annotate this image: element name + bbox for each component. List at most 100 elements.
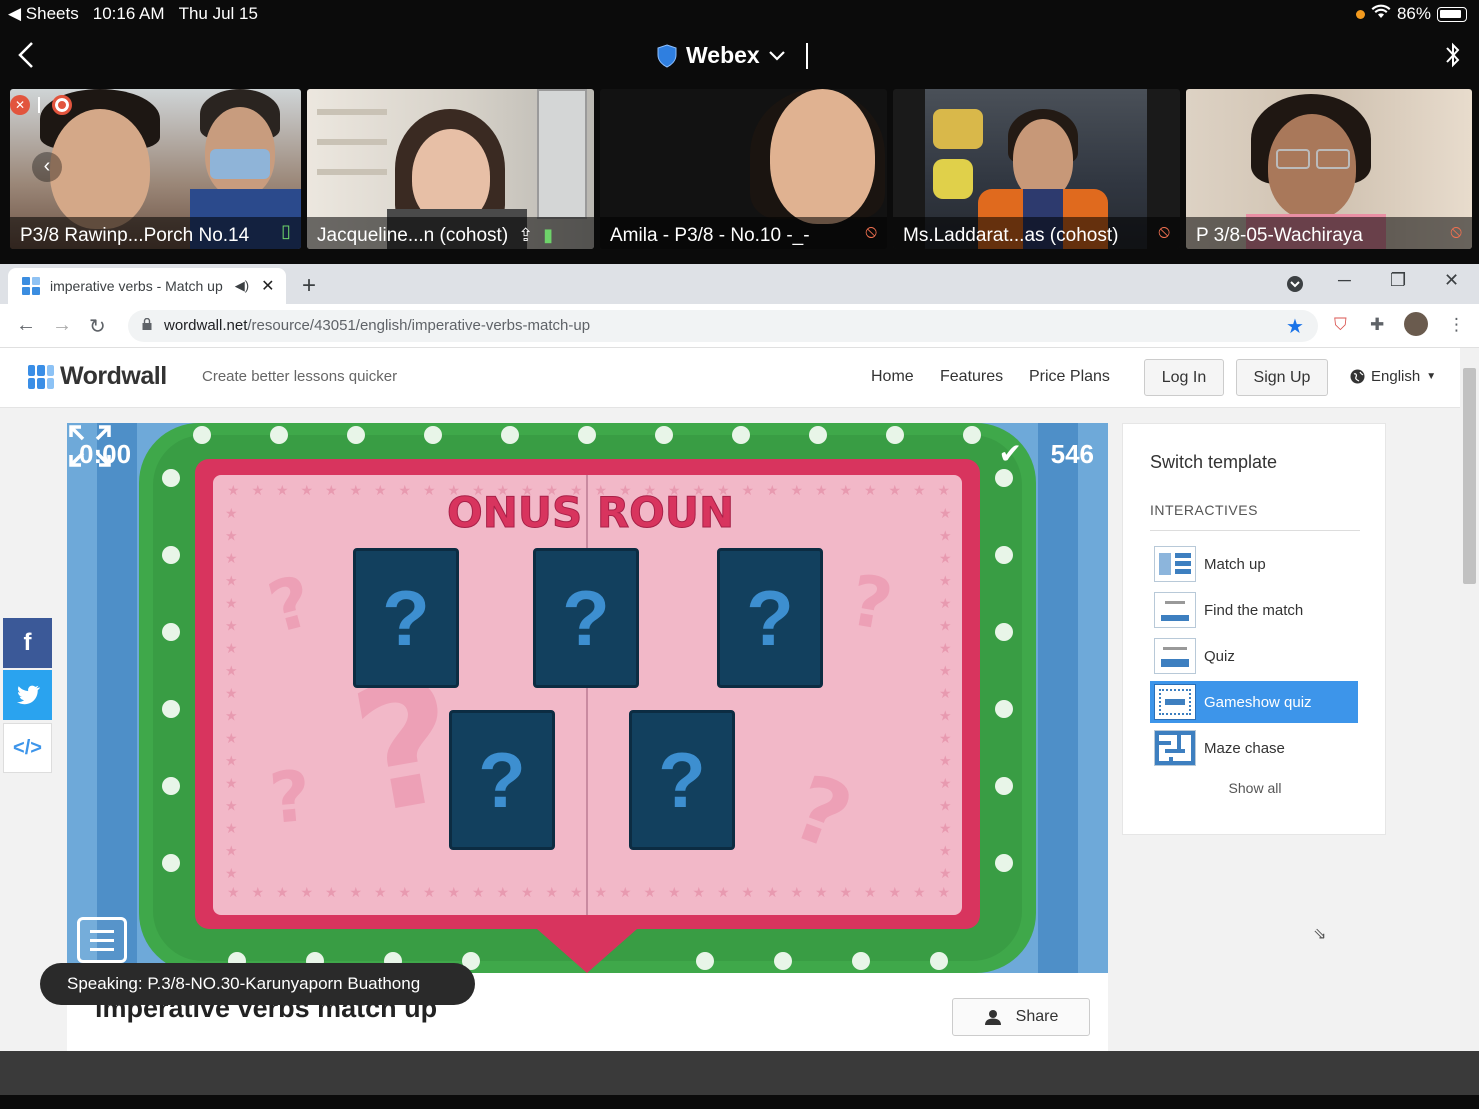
url-field[interactable]: wordwall.net/resource/43051/english/impe… — [128, 310, 1318, 342]
restore-icon[interactable]: ❐ — [1390, 270, 1406, 291]
border-star: ★ — [225, 640, 238, 656]
marquee-light — [501, 426, 519, 444]
share-button[interactable]: Share — [952, 998, 1090, 1036]
border-star: ★ — [225, 730, 238, 746]
ipad-screen: ◀ Sheets 10:16 AM Thu Jul 15 86% Webex ✕… — [0, 0, 1479, 1109]
minimize-icon[interactable]: ─ — [1338, 270, 1351, 291]
mic-on-icon: ▮ — [543, 225, 554, 245]
wifi-icon — [1371, 4, 1391, 24]
template-gameshow-quiz[interactable]: Gameshow quiz — [1150, 681, 1358, 723]
game-area[interactable]: ★ ★ ★ ★ ★ ★ ★ ★ ★ ★ ★ ★ ★ ★ ★ ★ ★ ★ ★ ★ ★ ★ ★ ★ ★ ★ ★ ★ ★ ★ ★ ★ ★ ★ ★ ★ ★ ★ ★ ★… — [67, 423, 1108, 973]
url-host: wordwall.net — [164, 317, 248, 334]
border-star: ★ — [423, 482, 436, 498]
border-star: ★ — [225, 865, 238, 881]
mic-on-icon: ▯ — [281, 221, 291, 241]
border-star: ★ — [766, 482, 779, 498]
template-quiz[interactable]: Quiz — [1150, 635, 1358, 677]
back-arrow-icon[interactable]: ← — [16, 314, 36, 337]
browser-tab[interactable]: imperative verbs - Match up ◀) ✕ — [8, 268, 286, 304]
signup-button[interactable]: Sign Up — [1236, 359, 1328, 396]
language-label: English — [1371, 368, 1421, 385]
globe-icon — [1350, 369, 1365, 384]
back-to-app-link[interactable]: ◀ Sheets — [8, 4, 79, 24]
marquee-light — [774, 952, 792, 970]
language-selector[interactable]: English ▼ — [1350, 368, 1436, 385]
mystery-card[interactable]: ? — [629, 710, 735, 850]
border-star: ★ — [742, 884, 755, 900]
match-up-thumbnail-icon — [1154, 546, 1196, 582]
border-star: ★ — [939, 663, 952, 679]
wordwall-logo[interactable]: Wordwall — [28, 362, 167, 391]
mystery-card[interactable]: ? — [533, 548, 639, 688]
twitter-share-button[interactable] — [3, 670, 52, 720]
scroll-left-icon[interactable]: ‹ — [32, 152, 62, 182]
reload-icon[interactable]: ↻ — [89, 314, 106, 339]
border-star: ★ — [791, 482, 804, 498]
participant-tile[interactable]: P 3/8-05-Wachiraya ⦸ — [1186, 89, 1472, 249]
status-time: 10:16 AM — [92, 4, 165, 23]
marquee-light — [995, 854, 1013, 872]
border-star: ★ — [225, 798, 238, 814]
border-star: ★ — [619, 884, 632, 900]
status-bar: ◀ Sheets 10:16 AM Thu Jul 15 86% — [0, 0, 1479, 28]
nav-price-plans[interactable]: Price Plans — [1029, 368, 1110, 386]
bluetooth-icon[interactable] — [1445, 40, 1461, 70]
profile-avatar[interactable] — [1404, 312, 1428, 336]
extensions-puzzle-icon[interactable]: ✚ — [1370, 315, 1384, 335]
border-star: ★ — [939, 820, 952, 836]
border-star: ★ — [595, 884, 608, 900]
marquee-light — [930, 952, 948, 970]
border-star: ★ — [939, 730, 952, 746]
border-star: ★ — [939, 618, 952, 634]
scrollbar-thumb[interactable] — [1463, 368, 1476, 584]
border-star: ★ — [717, 884, 730, 900]
participant-tile[interactable]: Jacqueline...n (cohost) ⇪ ▮ — [307, 89, 594, 249]
gameshow-quiz-thumbnail-icon — [1154, 684, 1196, 720]
border-star: ★ — [939, 775, 952, 791]
participant-tile[interactable]: ✕ ‹ P3/8 Rawinp...Porch No.14 ▯ — [10, 89, 301, 249]
border-star: ★ — [497, 884, 510, 900]
tab-search-icon[interactable] — [1285, 274, 1305, 299]
template-maze-chase[interactable]: Maze chase — [1150, 727, 1358, 769]
border-star: ★ — [350, 482, 363, 498]
nav-features[interactable]: Features — [940, 368, 1003, 386]
extension-pocket-icon[interactable]: ⛉ — [1334, 315, 1347, 335]
border-star: ★ — [301, 884, 314, 900]
show-all-link[interactable]: Show all — [1123, 780, 1387, 796]
participant-tile[interactable]: Amila - P3/8 - No.10 -_- ⦸ — [600, 89, 887, 249]
participant-nameplate: Amila - P3/8 - No.10 -_- ⦸ — [600, 217, 887, 249]
facebook-share-button[interactable]: f — [3, 618, 52, 668]
participant-tile[interactable]: Ms.Laddarat...as (cohost) ⦸ — [893, 89, 1180, 249]
mystery-card[interactable]: ? — [353, 548, 459, 688]
browser-window: imperative verbs - Match up ◀) ✕ + ─ ❐ ✕… — [0, 264, 1479, 1051]
tab-audio-icon[interactable]: ◀) — [235, 278, 249, 294]
new-tab-icon[interactable]: + — [302, 272, 316, 300]
bonus-round-text: BONUS ROUND — [447, 488, 737, 537]
webex-menu[interactable]: Webex — [656, 42, 808, 69]
fullscreen-icon[interactable] — [67, 423, 113, 469]
template-find-the-match[interactable]: Find the match — [1150, 589, 1358, 631]
border-star: ★ — [815, 482, 828, 498]
mic-muted-icon: ⦸ — [865, 221, 877, 241]
forward-arrow-icon[interactable]: → — [52, 314, 72, 337]
nav-home[interactable]: Home — [871, 368, 914, 386]
back-chevron-icon[interactable] — [14, 40, 38, 70]
close-tab-icon[interactable]: ✕ — [261, 276, 274, 296]
login-button[interactable]: Log In — [1144, 359, 1224, 396]
shield-icon — [657, 43, 677, 68]
logo-text: Wordwall — [60, 362, 167, 390]
border-star: ★ — [448, 884, 461, 900]
page-scrollbar[interactable] — [1460, 348, 1479, 1051]
template-label: Quiz — [1204, 647, 1235, 665]
mystery-card[interactable]: ? — [449, 710, 555, 850]
browser-menu-icon[interactable]: ⋮ — [1448, 315, 1465, 335]
template-match-up[interactable]: Match up — [1150, 543, 1358, 585]
game-menu-button[interactable] — [77, 917, 127, 963]
bookmark-star-icon[interactable]: ★ — [1286, 314, 1304, 339]
border-star: ★ — [252, 884, 265, 900]
border-star: ★ — [889, 884, 902, 900]
url-path: /resource/43051/english/imperative-verbs… — [247, 317, 591, 334]
mystery-card[interactable]: ? — [717, 548, 823, 688]
embed-button[interactable]: </> — [3, 723, 52, 773]
close-window-icon[interactable]: ✕ — [1444, 270, 1459, 291]
